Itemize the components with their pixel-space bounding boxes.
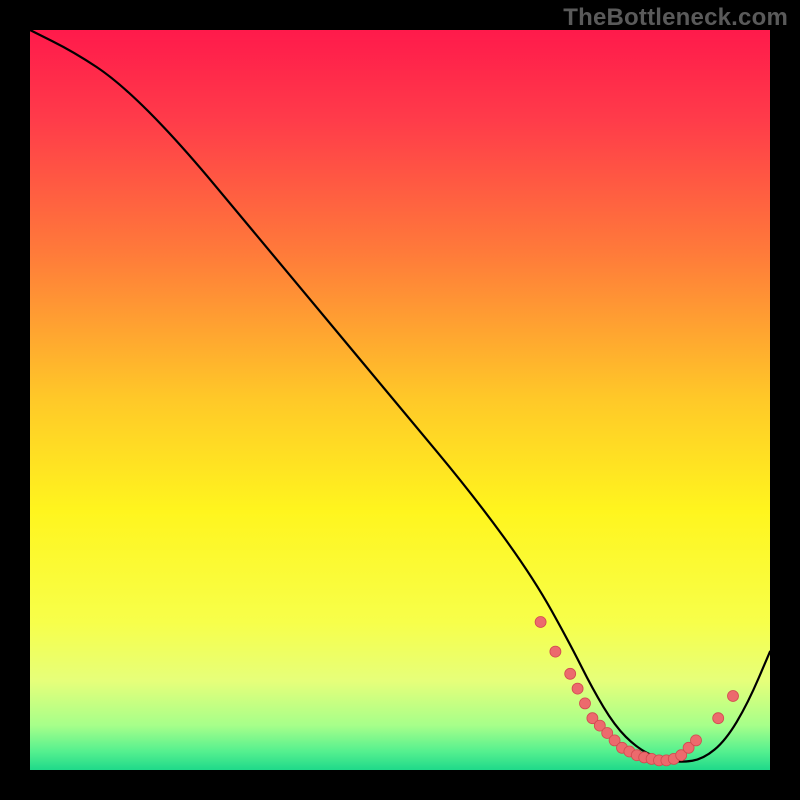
curve-marker bbox=[565, 668, 576, 679]
curve-marker bbox=[728, 691, 739, 702]
gradient-background bbox=[30, 30, 770, 770]
curve-marker bbox=[713, 713, 724, 724]
curve-marker bbox=[691, 735, 702, 746]
curve-marker bbox=[535, 617, 546, 628]
curve-marker bbox=[580, 698, 591, 709]
curve-marker bbox=[572, 683, 583, 694]
watermark-text: TheBottleneck.com bbox=[563, 4, 788, 32]
chart-frame: TheBottleneck.com bbox=[0, 0, 800, 800]
plot-area bbox=[30, 30, 770, 770]
chart-svg bbox=[30, 30, 770, 770]
curve-marker bbox=[550, 646, 561, 657]
